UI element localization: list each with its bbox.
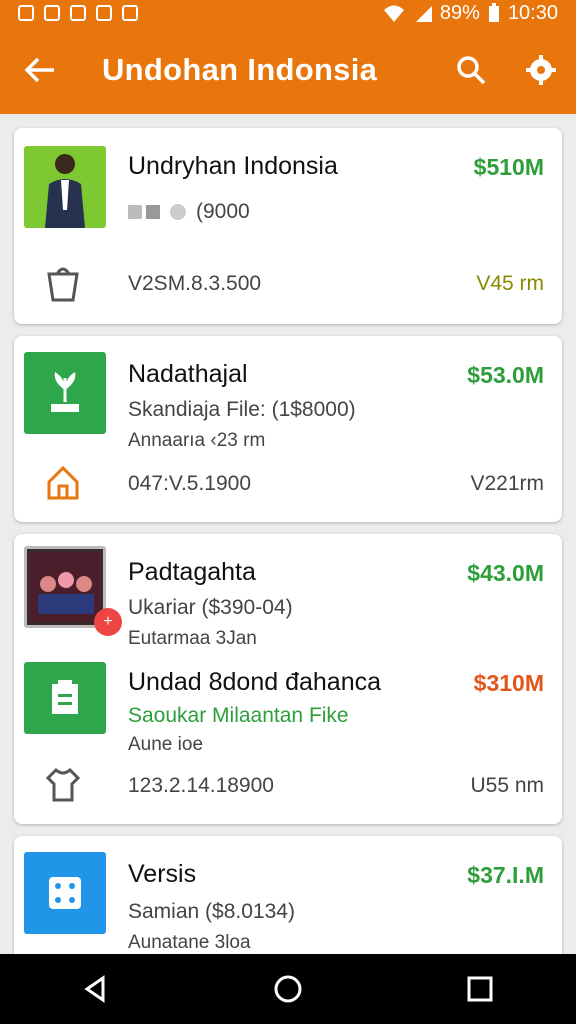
item-photo — [24, 146, 106, 228]
item-name: Undryhan Indonsia — [128, 152, 338, 180]
item-price: $53.0M — [467, 362, 544, 388]
item-photo — [24, 662, 106, 734]
item-distance: V221rm — [470, 472, 544, 495]
item-photo — [24, 546, 106, 628]
back-button[interactable] — [0, 56, 80, 84]
badge: + — [94, 608, 122, 636]
item-distance: U55 nm — [470, 774, 544, 797]
list-item[interactable]: Undryhan Indonsia (9000 $510M V2SM.8.3.5… — [14, 128, 562, 324]
item-name: Undad 8dond đahanca — [128, 668, 382, 696]
item-price: $43.0M — [467, 560, 544, 586]
signal-icon — [415, 6, 432, 22]
notification-icon — [122, 5, 138, 21]
search-icon — [457, 56, 486, 85]
item-subtitle: Ukariar ($390-04) — [128, 596, 293, 619]
item-name: Nadathajal — [128, 360, 248, 388]
item-code: 047:V.5.1900 — [128, 472, 252, 495]
app-bar: Undohan Indonsia — [0, 26, 576, 114]
item-subtitle: (9000 — [128, 200, 250, 224]
item-subtitle: Skandiaja File: (1$8000) — [128, 398, 356, 421]
item-price: $310M — [473, 670, 544, 696]
list-item[interactable]: + Padtagahta Ukariar ($390-04) Eutarmaa … — [14, 534, 562, 824]
battery-icon — [488, 3, 499, 22]
list-item[interactable]: Nadathajal Skandiaja File: (1$8000) Anna… — [14, 336, 562, 522]
search-button[interactable] — [436, 55, 506, 85]
home-icon — [47, 465, 79, 500]
notification-icon — [70, 5, 86, 21]
nav-home-icon[interactable] — [273, 974, 303, 1004]
clipboard-icon — [52, 680, 78, 714]
item-detail: Aune ioe — [128, 734, 204, 755]
settings-icon — [526, 55, 556, 85]
settings-button[interactable] — [506, 55, 576, 85]
listing-list: Undryhan Indonsia (9000 $510M V2SM.8.3.5… — [14, 128, 562, 988]
back-arrow-icon — [24, 57, 54, 83]
nav-back-icon[interactable] — [81, 974, 111, 1004]
status-bar: 89% 10:30 — [0, 0, 576, 26]
item-detail: Annaarıa ‹23 rm — [128, 430, 266, 451]
notification-icon — [96, 5, 112, 21]
item-subtitle: Saoukar Milaantan Fike — [128, 704, 349, 727]
item-name: Padtagahta — [128, 558, 256, 586]
system-nav-bar — [0, 954, 576, 1024]
item-distance: V45 rm — [476, 272, 544, 295]
item-name: Versis — [128, 860, 197, 888]
plant-icon — [51, 372, 79, 412]
dice-icon — [49, 877, 81, 909]
notification-icon — [18, 5, 34, 21]
page-title: Undohan Indonsia — [102, 52, 378, 87]
wifi-icon — [383, 5, 404, 22]
item-photo — [24, 852, 106, 934]
clock: 10:30 — [507, 1, 558, 24]
item-detail: Aunatane 3loa — [128, 932, 251, 953]
notification-icon — [44, 5, 60, 21]
battery-level: 89% — [439, 1, 480, 24]
item-detail: Eutarmaa 3Jan — [128, 628, 257, 649]
item-price: $510M — [473, 154, 544, 180]
item-code: 123.2.14.18900 — [128, 774, 274, 797]
item-photo — [24, 352, 106, 434]
item-price: $37.I.M — [467, 862, 544, 888]
shirt-icon — [46, 767, 80, 802]
bag-icon — [47, 267, 79, 302]
nav-recents-icon[interactable] — [465, 974, 495, 1004]
rating-icons — [128, 204, 186, 220]
item-code: V2SM.8.3.500 — [128, 272, 262, 295]
item-subtitle: Samian ($8.0134) — [128, 900, 295, 923]
